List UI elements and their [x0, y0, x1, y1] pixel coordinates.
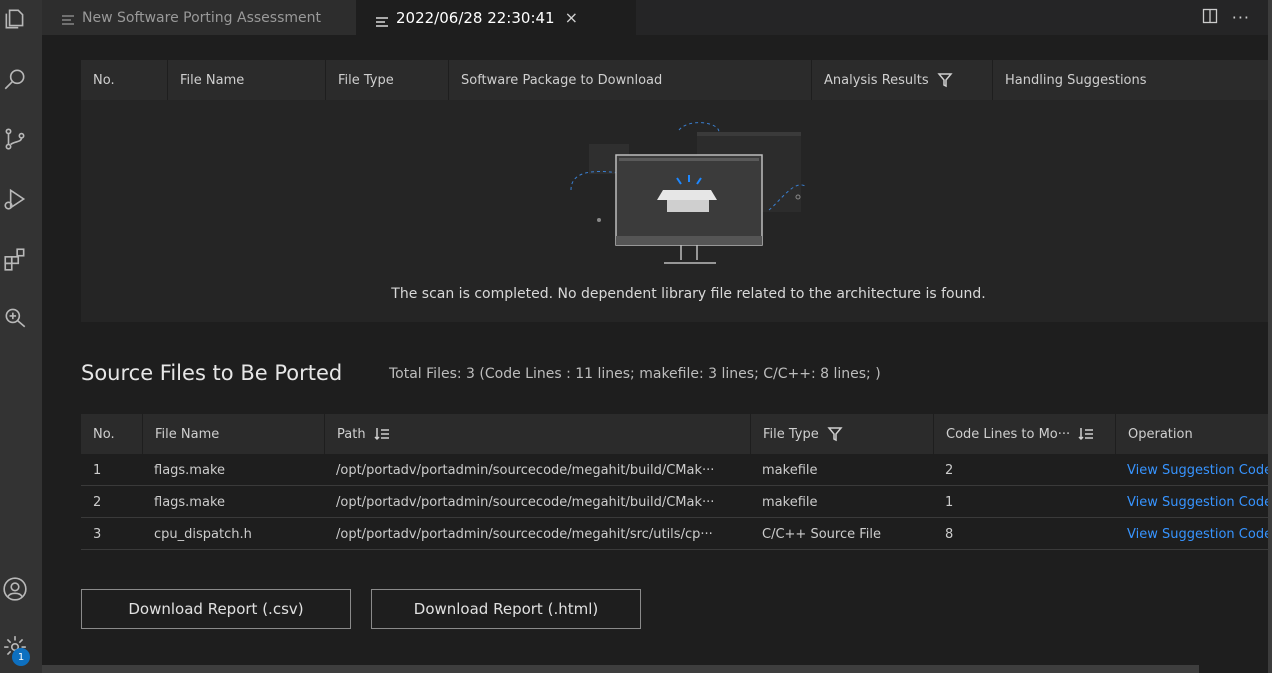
cell-code-lines: 8	[945, 526, 954, 542]
col-software-package: Software Package to Download	[448, 60, 811, 100]
cell-no: 1	[93, 462, 102, 478]
tab-bar: New Software Porting Assessment 2022/06/…	[42, 0, 1272, 35]
vertical-scrollbar[interactable]	[1268, 0, 1272, 673]
col-code-lines: Code Lines to Mo···	[933, 414, 1115, 454]
col-operation: Operation	[1115, 414, 1272, 454]
col-label: Path	[337, 426, 366, 442]
close-icon[interactable]: ×	[565, 8, 578, 27]
empty-scan-illustration	[570, 122, 806, 264]
view-suggestion-link[interactable]: View Suggestion Code	[1115, 518, 1272, 550]
dependency-table-header: No. File Name File Type Software Package…	[81, 60, 1272, 100]
dependency-empty-state: The scan is completed. No dependent libr…	[81, 100, 1272, 322]
download-html-button[interactable]: Download Report (.html)	[371, 589, 641, 629]
col-file-type: File Type	[750, 414, 933, 454]
cell-path: /opt/portadv/portadmin/sourcecode/megahi…	[336, 494, 715, 510]
sort-icon[interactable]	[1078, 426, 1094, 442]
section-title: Source Files to Be Ported	[81, 361, 343, 385]
sort-icon[interactable]	[374, 426, 390, 442]
document-lines-icon	[376, 13, 388, 27]
filter-icon[interactable]	[937, 72, 953, 88]
tab-new-assessment[interactable]: New Software Porting Assessment	[42, 0, 356, 35]
source-control-icon[interactable]	[0, 122, 30, 156]
filter-icon[interactable]	[827, 426, 843, 442]
document-lines-icon	[62, 13, 74, 25]
account-icon[interactable]	[0, 572, 30, 606]
cell-file-name: flags.make	[154, 494, 226, 510]
cell-path: /opt/portadv/portadmin/sourcecode/megahi…	[336, 462, 715, 478]
download-csv-button[interactable]: Download Report (.csv)	[81, 589, 351, 629]
cell-no: 2	[93, 494, 102, 510]
col-file-name: File Name	[167, 60, 325, 100]
table-row: 2 flags.make /opt/portadv/portadmin/sour…	[81, 486, 1272, 518]
col-label: File Type	[763, 426, 819, 442]
table-row: 1 flags.make /opt/portadv/portadmin/sour…	[81, 454, 1272, 486]
cell-file-name: flags.make	[154, 462, 226, 478]
col-handling-suggestions: Handling Suggestions	[992, 60, 1272, 100]
cell-code-lines: 1	[945, 494, 954, 510]
activity-bar: 1	[0, 0, 42, 673]
extensions-icon[interactable]	[0, 242, 30, 276]
settings-badge: 1	[12, 648, 30, 666]
col-file-name: File Name	[142, 414, 324, 454]
col-file-type: File Type	[325, 60, 448, 100]
split-editor-icon[interactable]	[1202, 8, 1218, 28]
cell-file-name: cpu_dispatch.h	[154, 526, 252, 542]
view-suggestion-link[interactable]: View Suggestion Code	[1115, 454, 1272, 486]
col-analysis-results: Analysis Results	[811, 60, 992, 100]
col-no: No.	[93, 426, 115, 442]
table-row: 3 cpu_dispatch.h /opt/portadv/portadmin/…	[81, 518, 1272, 550]
tab-report[interactable]: 2022/06/28 22:30:41 ×	[356, 0, 636, 35]
cell-file-type: makefile	[762, 462, 818, 478]
view-suggestion-link[interactable]: View Suggestion Code	[1115, 486, 1272, 518]
search-icon[interactable]	[0, 62, 30, 96]
run-debug-icon[interactable]	[0, 182, 30, 216]
editor-actions: ···	[1202, 0, 1250, 35]
cell-path: /opt/portadv/portadmin/sourcecode/megahi…	[336, 526, 713, 542]
col-label: Code Lines to Mo···	[946, 426, 1071, 442]
col-no: No.	[93, 72, 115, 88]
section-summary: Total Files: 3 (Code Lines : 11 lines; m…	[389, 366, 881, 382]
explorer-icon[interactable]	[0, 2, 30, 36]
source-table-header: No. File Name Path File Type Code Lines …	[81, 414, 1272, 454]
tab-label: New Software Porting Assessment	[82, 9, 321, 26]
col-label: Analysis Results	[824, 72, 929, 88]
empty-state-message: The scan is completed. No dependent libr…	[391, 286, 986, 302]
more-actions-icon[interactable]: ···	[1232, 8, 1250, 27]
cell-file-type: makefile	[762, 494, 818, 510]
col-path: Path	[324, 414, 750, 454]
cell-file-type: C/C++ Source File	[762, 526, 881, 542]
cell-code-lines: 2	[945, 462, 954, 478]
porting-advisor-icon[interactable]	[0, 300, 30, 334]
horizontal-scrollbar[interactable]	[42, 665, 1199, 673]
tab-label: 2022/06/28 22:30:41	[396, 8, 555, 27]
cell-no: 3	[93, 526, 102, 542]
